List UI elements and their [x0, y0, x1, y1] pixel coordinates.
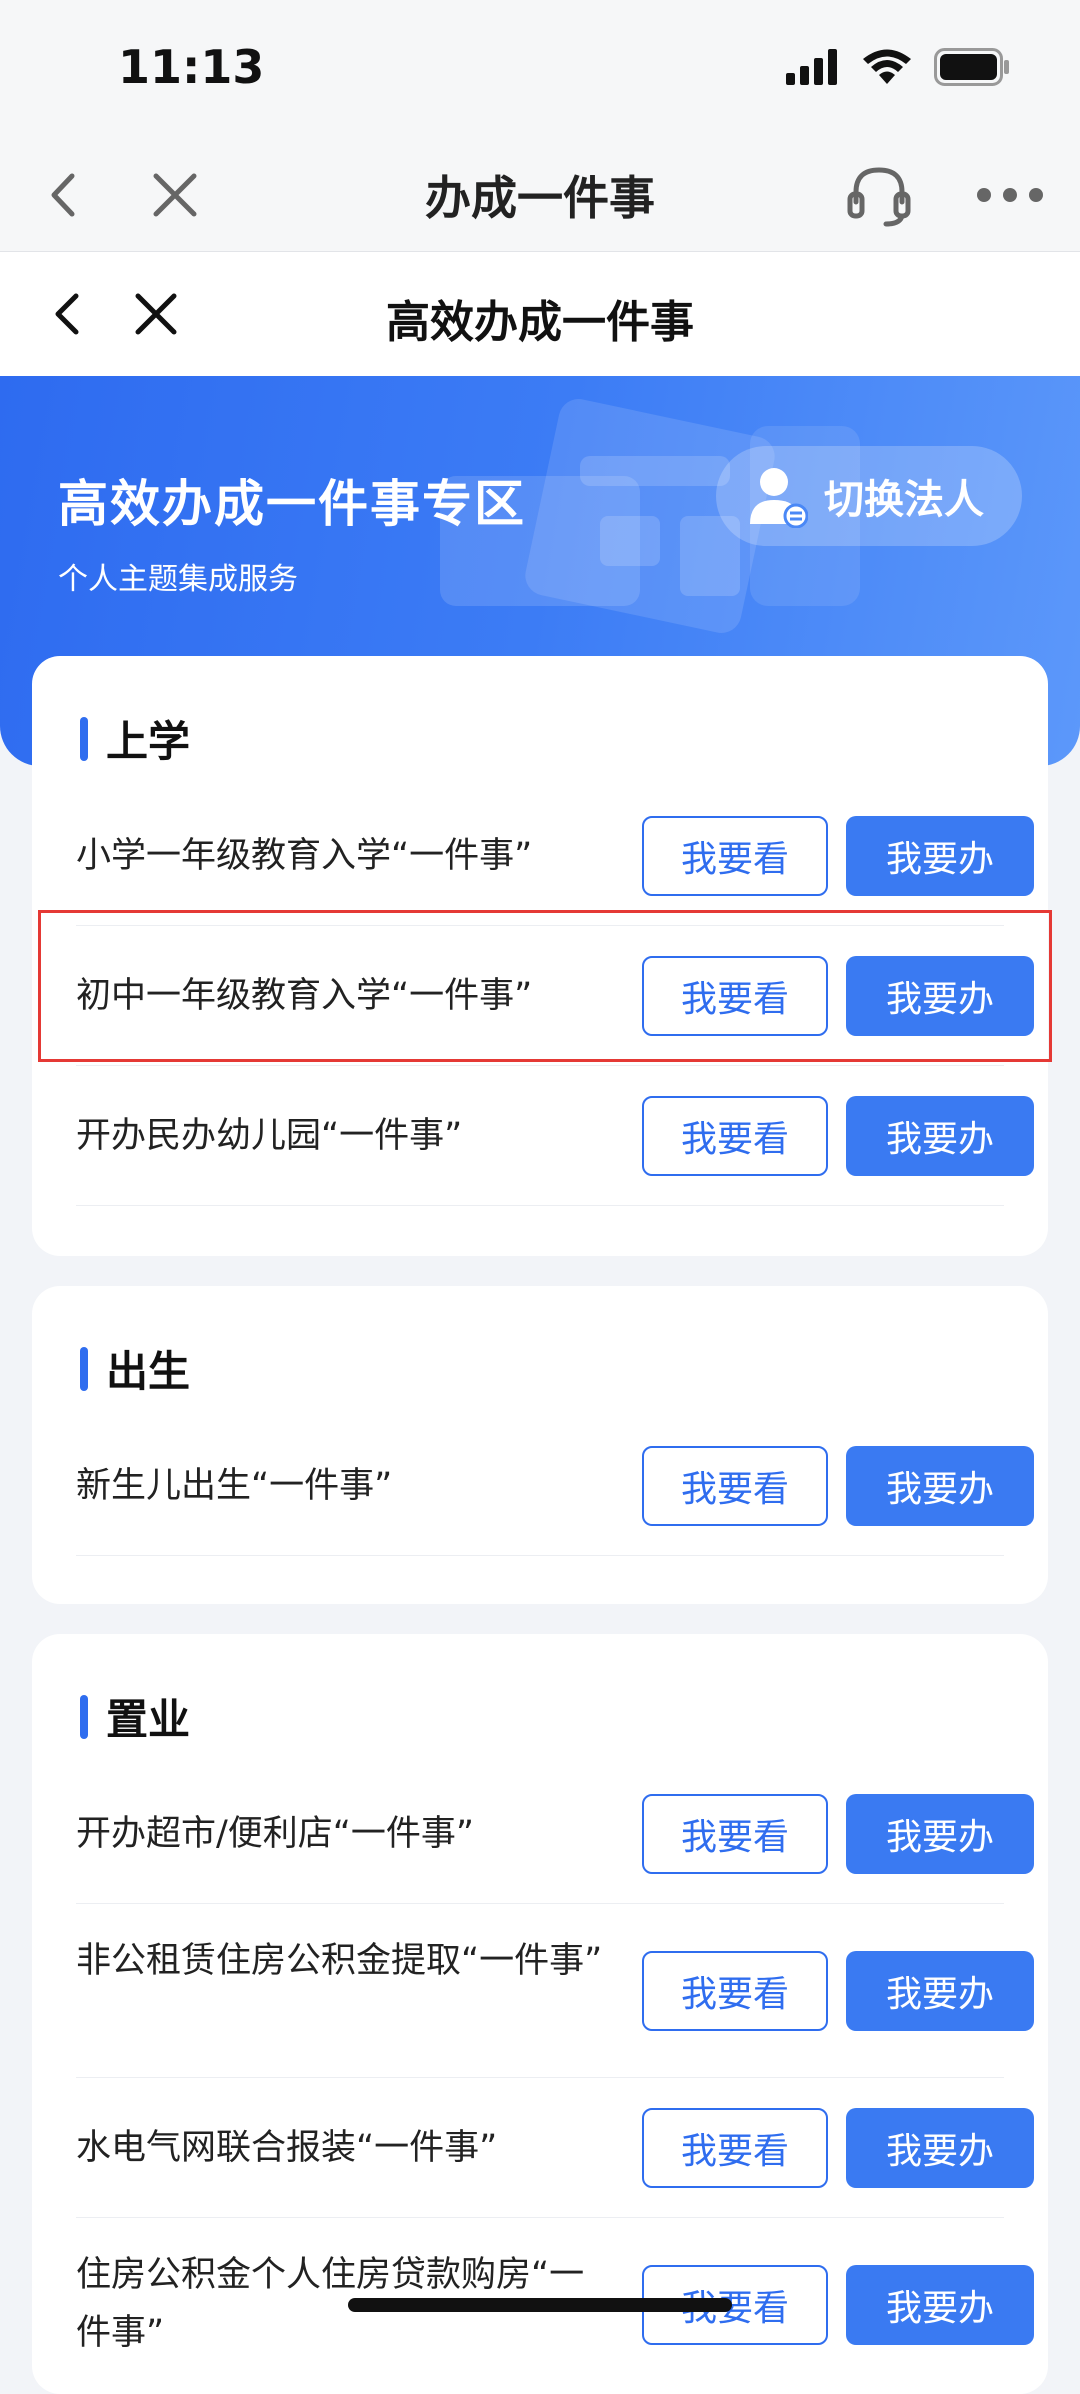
section-accent-bar — [80, 1346, 88, 1391]
wifi-icon — [863, 49, 911, 84]
section-header: 出生 — [80, 1338, 190, 1399]
section-accent-bar — [80, 716, 88, 761]
service-name: 初中一年级教育入学“一件事” — [76, 976, 533, 1016]
signal-icon — [786, 49, 837, 85]
service-row: 新生儿出生“一件事” 我要看 我要办 — [76, 1416, 1034, 1556]
banner-illustration — [440, 399, 860, 633]
section-header: 上学 — [80, 708, 190, 769]
sub-nav-title: 高效办成一件事 — [386, 297, 694, 348]
section-header: 置业 — [80, 1686, 190, 1747]
status-time: 11:13 — [118, 40, 265, 94]
service-row: 开办民办幼儿园“一件事” 我要看 我要办 — [76, 1066, 1034, 1206]
banner-title: 高效办成一件事专区 — [58, 475, 526, 533]
apply-button[interactable]: 我要办 — [846, 1951, 1034, 2031]
section-card-property: 置业 开办超市/便利店“一件事” 我要看 我要办 非公租赁住房公积金提取“一件事… — [32, 1634, 1048, 2394]
view-button[interactable]: 我要看 — [642, 816, 828, 896]
service-row: 小学一年级教育入学“一件事” 我要看 我要办 — [76, 786, 1034, 926]
service-name: 水电气网联合报装“一件事” — [76, 2128, 498, 2168]
section-card-school: 上学 小学一年级教育入学“一件事” 我要看 我要办 初中一年级教育入学“一件事”… — [32, 656, 1048, 1256]
apply-button[interactable]: 我要办 — [846, 816, 1034, 896]
section-title: 置业 — [106, 1695, 191, 1744]
service-row: 初中一年级教育入学“一件事” 我要看 我要办 — [76, 926, 1034, 1066]
service-name: 小学一年级教育入学“一件事” — [76, 836, 533, 876]
sub-nav-bar: 高效办成一件事 — [0, 252, 1080, 376]
status-icons — [786, 48, 1010, 86]
service-name: 开办超市/便利店“一件事” — [76, 1814, 475, 1854]
more-icon[interactable] — [970, 160, 1050, 230]
section-card-birth: 出生 新生儿出生“一件事” 我要看 我要办 — [32, 1286, 1048, 1604]
apply-button[interactable]: 我要办 — [846, 1794, 1034, 1874]
nav-title: 办成一件事 — [425, 171, 655, 225]
status-bar: 11:13 — [0, 0, 1080, 140]
apply-button[interactable]: 我要办 — [846, 956, 1034, 1036]
apply-button[interactable]: 我要办 — [846, 2265, 1034, 2345]
section-accent-bar — [80, 1694, 88, 1739]
view-button[interactable]: 我要看 — [642, 1951, 828, 2031]
view-button[interactable]: 我要看 — [642, 2108, 828, 2188]
view-button[interactable]: 我要看 — [642, 956, 828, 1036]
headset-icon[interactable] — [842, 158, 916, 232]
battery-icon — [934, 48, 1009, 86]
switch-legal-person-button[interactable]: 切换法人 — [716, 446, 1022, 546]
view-button[interactable]: 我要看 — [642, 1096, 828, 1176]
apply-button[interactable]: 我要办 — [846, 1446, 1034, 1526]
user-switch-icon — [750, 468, 808, 528]
switch-label: 切换法人 — [824, 477, 984, 523]
nav-bar: 办成一件事 — [0, 140, 1080, 252]
apply-button[interactable]: 我要办 — [846, 1096, 1034, 1176]
section-title: 出生 — [106, 1347, 191, 1396]
banner-subtitle: 个人主题集成服务 — [58, 562, 298, 597]
service-row: 开办超市/便利店“一件事” 我要看 我要办 — [76, 1764, 1034, 1904]
home-indicator[interactable] — [348, 2298, 732, 2312]
service-name: 开办民办幼儿园“一件事” — [76, 1116, 463, 1156]
service-row: 非公租赁住房公积金提取“一件事” 我要看 我要办 — [76, 1904, 1034, 2078]
service-name: 新生儿出生“一件事” — [76, 1466, 393, 1506]
view-button[interactable]: 我要看 — [642, 1794, 828, 1874]
view-button[interactable]: 我要看 — [642, 1446, 828, 1526]
service-row: 水电气网联合报装“一件事” 我要看 我要办 — [76, 2078, 1034, 2218]
service-name: 非公租赁住房公积金提取“一件事” — [76, 1941, 603, 1981]
apply-button[interactable]: 我要办 — [846, 2108, 1034, 2188]
section-title: 上学 — [106, 717, 191, 766]
